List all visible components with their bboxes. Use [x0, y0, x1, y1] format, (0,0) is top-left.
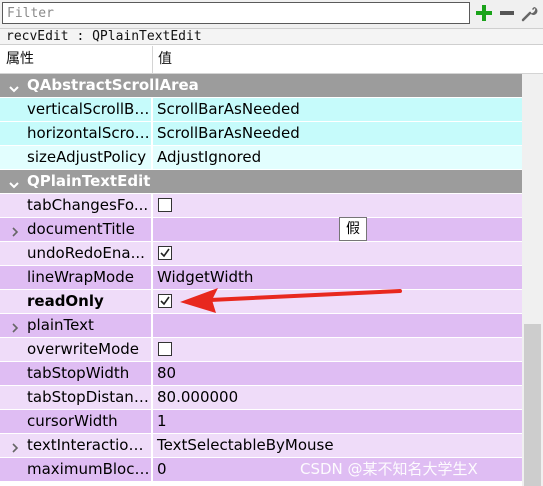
- property-name: tabChangesFo...: [27, 196, 149, 214]
- column-divider: [151, 314, 153, 338]
- column-divider: [151, 146, 153, 170]
- property-row-tabstopdistance[interactable]: tabStopDistance 80.000000: [0, 386, 522, 410]
- property-value[interactable]: 80: [157, 362, 176, 385]
- property-row-undoredoenabled[interactable]: undoRedoEna...: [0, 242, 522, 266]
- chevron-right-icon[interactable]: [9, 319, 21, 333]
- property-row-documenttitle[interactable]: documentTitle: [0, 218, 522, 242]
- property-name: horizontalScrol...: [27, 124, 151, 142]
- column-divider: [151, 218, 153, 242]
- property-row-plaintext[interactable]: plainText: [0, 314, 522, 338]
- property-name: tabStopWidth: [27, 364, 130, 382]
- property-row-cursorwidth[interactable]: cursorWidth 1: [0, 410, 522, 434]
- wrench-icon[interactable]: [519, 3, 539, 23]
- property-name: readOnly: [27, 292, 104, 310]
- property-name: cursorWidth: [27, 412, 118, 430]
- property-row-verticalscrollbarpolicy[interactable]: verticalScrollBa... ScrollBarAsNeeded: [0, 98, 522, 122]
- property-value[interactable]: ScrollBarAsNeeded: [157, 98, 300, 121]
- plus-icon[interactable]: [474, 3, 494, 23]
- column-divider: [151, 290, 153, 314]
- value-tooltip: 假: [339, 217, 367, 241]
- column-divider: [151, 266, 153, 290]
- chevron-down-icon[interactable]: [8, 80, 20, 93]
- filter-bar: [0, 0, 543, 28]
- property-name: sizeAdjustPolicy: [27, 148, 147, 166]
- scrollbar-thumb[interactable]: [524, 324, 541, 486]
- column-divider: [151, 242, 153, 266]
- minus-icon[interactable]: [497, 3, 517, 23]
- column-divider: [151, 458, 153, 482]
- annotation-arrow-icon: [180, 288, 402, 313]
- category-label: QPlainTextEdit: [27, 172, 151, 190]
- property-row-textinteractionflags[interactable]: textInteraction... TextSelectableByMouse: [0, 434, 522, 458]
- header-property[interactable]: 属性: [6, 46, 34, 73]
- unchecked-checkbox[interactable]: [158, 342, 172, 356]
- property-name: verticalScrollBa...: [27, 100, 151, 118]
- property-row-tabchangesfocus[interactable]: tabChangesFo...: [0, 194, 522, 218]
- property-name: undoRedoEna...: [27, 244, 145, 262]
- column-divider: [151, 338, 153, 362]
- property-row-horizontalscrollbarpolicy[interactable]: horizontalScrol... ScrollBarAsNeeded: [0, 122, 522, 146]
- property-value[interactable]: 0: [157, 458, 167, 481]
- property-name: plainText: [27, 316, 94, 334]
- checked-checkbox[interactable]: [158, 246, 172, 260]
- header-value[interactable]: 值: [158, 46, 172, 73]
- property-value[interactable]: TextSelectableByMouse: [157, 434, 334, 457]
- column-divider: [151, 386, 153, 410]
- chevron-right-icon[interactable]: [9, 223, 21, 237]
- column-divider: [151, 362, 153, 386]
- column-divider: [151, 194, 153, 218]
- column-divider: [151, 434, 153, 458]
- property-name: lineWrapMode: [27, 268, 134, 286]
- header-divider[interactable]: [152, 46, 153, 73]
- property-value[interactable]: AdjustIgnored: [157, 146, 261, 169]
- column-divider: [151, 410, 153, 434]
- property-value[interactable]: 1: [157, 410, 167, 433]
- filter-input[interactable]: [2, 2, 470, 24]
- property-row-overwritemode[interactable]: overwriteMode: [0, 338, 522, 362]
- property-name: overwriteMode: [27, 340, 140, 358]
- category-qabstractscrollarea[interactable]: QAbstractScrollArea: [0, 74, 522, 98]
- property-list: QAbstractScrollArea verticalScrollBa... …: [0, 74, 522, 482]
- column-divider: [151, 98, 153, 122]
- object-class-label: recvEdit : QPlainTextEdit: [0, 28, 543, 45]
- property-name: documentTitle: [27, 220, 135, 238]
- property-value[interactable]: ScrollBarAsNeeded: [157, 122, 300, 145]
- property-name: tabStopDistance: [27, 388, 151, 406]
- unchecked-checkbox[interactable]: [158, 198, 172, 212]
- property-row-tabstopwidth[interactable]: tabStopWidth 80: [0, 362, 522, 386]
- chevron-down-icon[interactable]: [8, 176, 20, 189]
- category-label: QAbstractScrollArea: [27, 76, 199, 94]
- property-table-header: 属性 值: [0, 46, 543, 74]
- column-divider: [151, 122, 153, 146]
- category-qplaintextedit[interactable]: QPlainTextEdit: [0, 170, 522, 194]
- chevron-right-icon[interactable]: [9, 439, 21, 453]
- property-row-sizeadjustpolicy[interactable]: sizeAdjustPolicy AdjustIgnored: [0, 146, 522, 170]
- property-name: maximumBlock...: [27, 460, 151, 478]
- property-name: textInteraction...: [27, 436, 151, 454]
- property-value[interactable]: 80.000000: [157, 386, 238, 409]
- watermark: CSDN @某不知名大学生X: [300, 460, 478, 478]
